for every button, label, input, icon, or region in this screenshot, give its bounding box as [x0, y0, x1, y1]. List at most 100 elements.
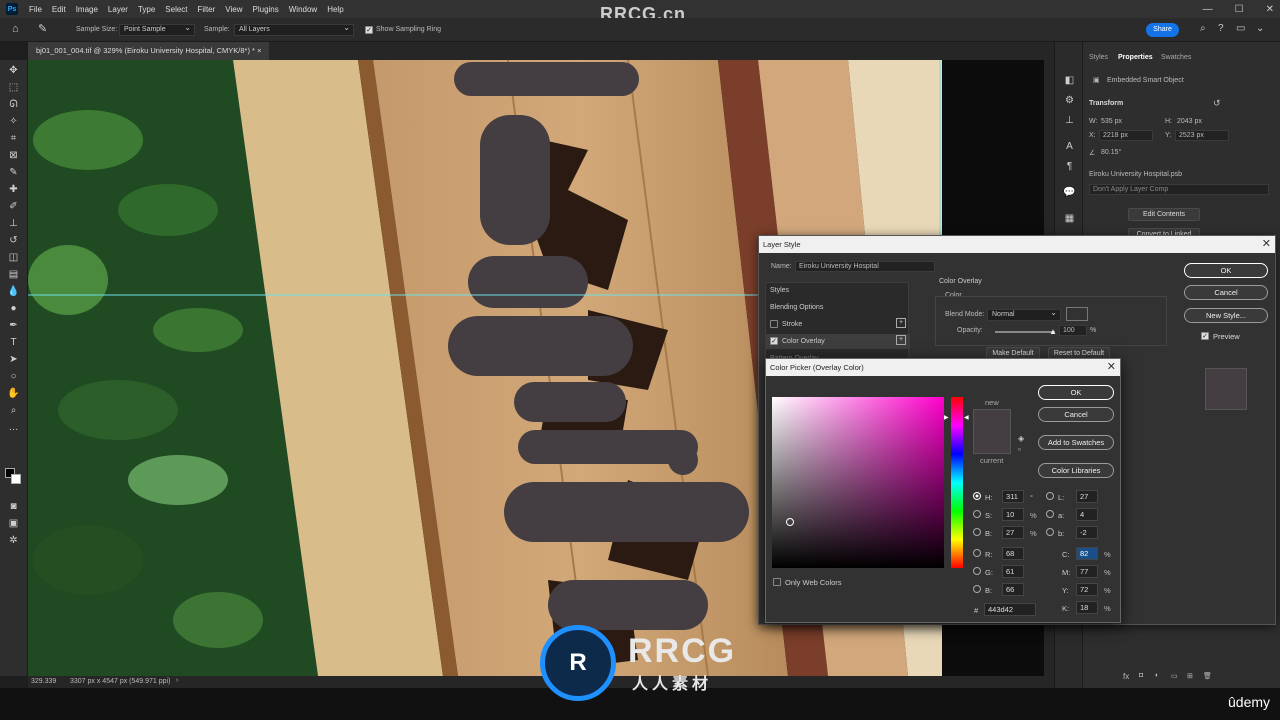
healing-tool-icon[interactable]: ✚ — [7, 183, 20, 196]
g-radio[interactable] — [973, 567, 981, 575]
m-input[interactable]: 77 — [1076, 565, 1098, 578]
background-color-swatch[interactable] — [11, 474, 21, 484]
blue-input[interactable]: 66 — [1002, 583, 1024, 596]
opacity-input[interactable]: 100 — [1059, 325, 1087, 336]
tab-swatches[interactable]: Swatches — [1161, 54, 1191, 61]
add-to-swatches-button[interactable]: Add to Swatches — [1038, 435, 1114, 450]
y-input[interactable]: 72 — [1076, 583, 1098, 596]
dodge-tool-icon[interactable]: ● — [7, 302, 20, 315]
add-stroke-icon[interactable]: + — [896, 318, 906, 328]
character-panel-icon[interactable]: A — [1063, 140, 1076, 153]
color-overlay-checkbox[interactable]: ✓ — [770, 337, 778, 345]
stamp-tool-icon[interactable]: ⊥ — [7, 217, 20, 230]
share-button[interactable]: Share — [1146, 23, 1179, 37]
workspace-icon[interactable]: ▭ — [1236, 23, 1245, 34]
lab-b-input[interactable]: -2 — [1076, 526, 1098, 539]
path-select-icon[interactable]: ➤ — [7, 353, 20, 366]
l-radio[interactable] — [1046, 492, 1054, 500]
add-color-overlay-icon[interactable]: + — [896, 335, 906, 345]
new-layer-icon[interactable]: ⊞ — [1187, 672, 1193, 680]
quick-select-tool-icon[interactable]: ✧ — [7, 115, 20, 128]
paragraph-panel-icon[interactable]: ¶ — [1063, 160, 1076, 173]
reset-transform-icon[interactable]: ↺ — [1213, 98, 1221, 109]
adjustments-icon[interactable]: ⚙ — [1063, 94, 1076, 107]
libraries-icon[interactable]: ⊥ — [1063, 114, 1076, 127]
b-input[interactable]: 27 — [1002, 526, 1024, 539]
lab-b-radio[interactable] — [1046, 528, 1054, 536]
status-arrow-icon[interactable]: › — [176, 677, 178, 684]
arrange-icon[interactable]: ⌄ — [1256, 23, 1264, 34]
h-input[interactable]: 311 — [1002, 490, 1024, 503]
history-panel-icon[interactable]: ◧ — [1063, 74, 1076, 87]
style-name-input[interactable]: Eiroku University Hospital — [795, 261, 935, 272]
color-field-cursor[interactable] — [786, 518, 794, 526]
a-radio[interactable] — [1046, 510, 1054, 518]
folder-icon[interactable]: ▭ — [1171, 672, 1178, 680]
saturation-brightness-field[interactable] — [772, 397, 944, 568]
close-icon[interactable]: ✕ — [1266, 4, 1274, 15]
blur-tool-icon[interactable]: 💧 — [7, 285, 20, 298]
a-input[interactable]: 4 — [1076, 508, 1098, 521]
edit-contents-button[interactable]: Edit Contents — [1128, 208, 1200, 221]
frame-tool-icon[interactable]: ⊠ — [7, 149, 20, 162]
color-picker-cancel-button[interactable]: Cancel — [1038, 407, 1114, 422]
g-input[interactable]: 61 — [1002, 565, 1024, 578]
generative-icon[interactable]: ✲ — [7, 534, 20, 547]
s-radio[interactable] — [973, 510, 981, 518]
blending-options-item[interactable]: Blending Options — [770, 300, 910, 315]
minimize-icon[interactable]: — — [1203, 4, 1213, 15]
preview-checkbox[interactable]: ✓ — [1201, 332, 1209, 340]
fill-layer-icon[interactable]: ◐ — [1155, 672, 1159, 679]
color-picker-ok-button[interactable]: OK — [1038, 385, 1114, 400]
blue-radio[interactable] — [973, 585, 981, 593]
type-tool-icon[interactable]: T — [7, 336, 20, 349]
menu-view[interactable]: View — [220, 5, 247, 14]
b-radio[interactable] — [973, 528, 981, 536]
help-icon[interactable]: ? — [1218, 23, 1224, 34]
opacity-slider-handle[interactable]: ▲ — [1049, 327, 1057, 336]
menu-filter[interactable]: Filter — [193, 5, 221, 14]
l-input[interactable]: 27 — [1076, 490, 1098, 503]
stroke-item[interactable]: Stroke + — [770, 317, 910, 332]
eyedropper-tool-icon[interactable]: ✎ — [7, 166, 20, 179]
comments-icon[interactable]: 💬 — [1063, 186, 1076, 199]
overlay-color-swatch[interactable] — [1066, 307, 1088, 321]
s-input[interactable]: 10 — [1002, 508, 1024, 521]
only-web-colors-checkbox[interactable] — [773, 578, 781, 586]
color-overlay-item[interactable]: ✓ Color Overlay + — [766, 334, 910, 349]
show-ring-checkbox[interactable]: ✓ — [365, 26, 373, 34]
angle-value[interactable]: 80.15° — [1101, 149, 1121, 156]
new-style-button[interactable]: New Style... — [1184, 308, 1268, 323]
menu-file[interactable]: File — [24, 5, 47, 14]
layer-style-ok-button[interactable]: OK — [1184, 263, 1268, 278]
eraser-tool-icon[interactable]: ◫ — [7, 251, 20, 264]
sample-select[interactable]: All Layers — [234, 23, 354, 36]
hex-input[interactable]: 443d42 — [984, 603, 1036, 616]
history-brush-icon[interactable]: ↺ — [7, 234, 20, 247]
zoom-tool-icon[interactable]: ⌕ — [7, 404, 20, 417]
menu-type[interactable]: Type — [133, 5, 160, 14]
layer-comp-select[interactable]: Don't Apply Layer Comp — [1089, 184, 1269, 195]
marquee-tool-icon[interactable]: ⬚ — [7, 81, 20, 94]
move-tool-icon[interactable]: ✥ — [7, 64, 20, 77]
layer-style-cancel-button[interactable]: Cancel — [1184, 285, 1268, 300]
document-tab[interactable]: bj01_001_004.tif @ 329% (Eiroku Universi… — [28, 42, 270, 60]
mask-icon[interactable]: ◘ — [1139, 672, 1143, 679]
sample-size-select[interactable]: Point Sample — [119, 23, 195, 36]
r-input[interactable]: 68 — [1002, 547, 1024, 560]
blend-mode-select[interactable]: Normal — [987, 308, 1061, 321]
hue-slider-right-arrow[interactable]: ◀ — [964, 414, 969, 421]
cube-icon[interactable]: ◈ — [1018, 434, 1024, 443]
brush-tool-icon[interactable]: ✐ — [7, 200, 20, 213]
hand-tool-icon[interactable]: ✋ — [7, 387, 20, 400]
screen-mode-icon[interactable]: ▣ — [7, 517, 20, 530]
menu-select[interactable]: Select — [160, 5, 192, 14]
stroke-checkbox[interactable] — [770, 320, 778, 328]
tab-styles[interactable]: Styles — [1089, 54, 1108, 61]
color-libraries-button[interactable]: Color Libraries — [1038, 463, 1114, 478]
menu-plugins[interactable]: Plugins — [248, 5, 284, 14]
hue-slider-left-arrow[interactable]: ▶ — [944, 414, 949, 421]
menu-help[interactable]: Help — [322, 5, 348, 14]
search-icon[interactable]: ⌕ — [1200, 23, 1206, 34]
tab-properties[interactable]: Properties — [1118, 54, 1153, 61]
